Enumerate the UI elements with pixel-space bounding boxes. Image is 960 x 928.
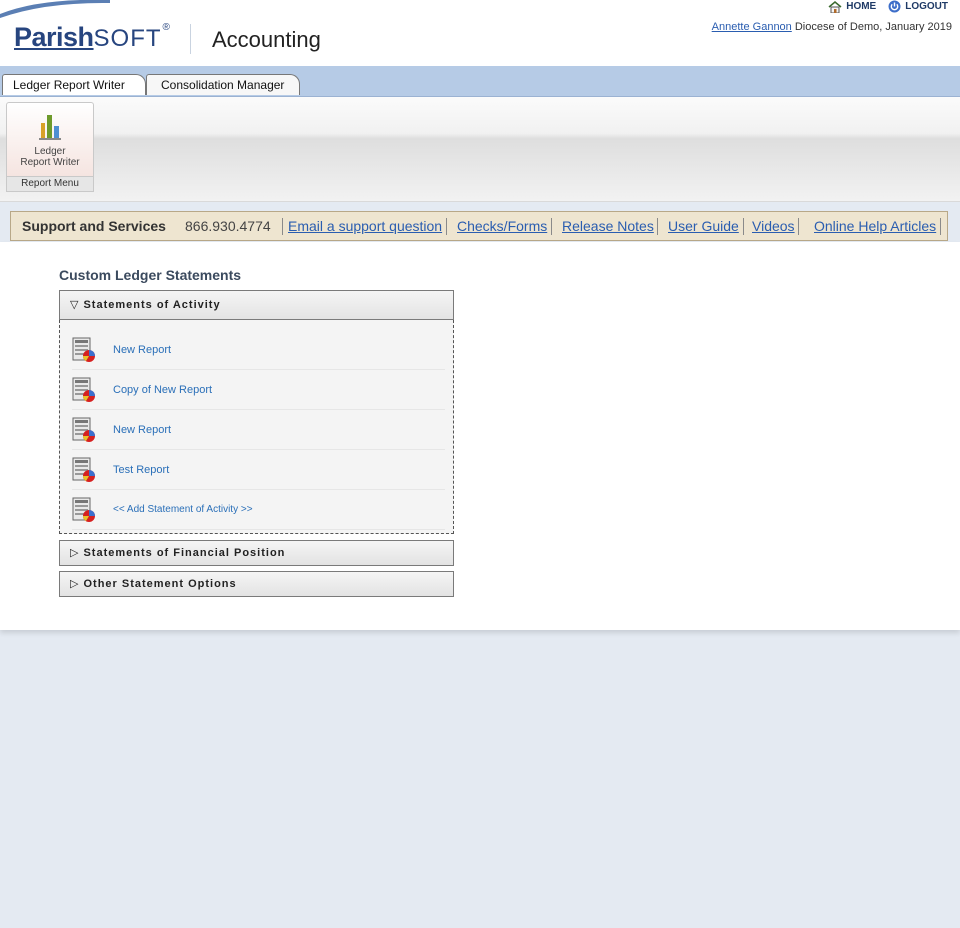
section-title: Custom Ledger Statements	[59, 267, 242, 283]
support-title: Support and Services	[22, 218, 166, 234]
support-divider	[282, 218, 283, 235]
support-divider	[551, 218, 552, 235]
logo-divider	[190, 24, 191, 54]
report-sheet-icon	[72, 457, 95, 482]
user-guide-link[interactable]: User Guide	[668, 212, 739, 240]
ribbon-toolbar: Ledger Report Writer Report Menu	[0, 97, 960, 202]
home-link[interactable]: HOME	[828, 0, 877, 13]
logo-soft-text: SOFT	[93, 25, 162, 52]
tab-consolidation-manager[interactable]: Consolidation Manager	[146, 74, 300, 95]
accordion-label: Other Statement Options	[83, 578, 237, 590]
accordion-label: Statements of Activity	[83, 299, 221, 311]
user-name-link[interactable]: Annette Gannon	[712, 21, 792, 33]
report-sheet-icon	[72, 417, 95, 442]
logout-link[interactable]: LOGOUT	[888, 0, 948, 13]
videos-link[interactable]: Videos	[752, 212, 795, 240]
logout-label: LOGOUT	[905, 1, 948, 12]
accordion-statements-of-financial-position[interactable]: ▷ Statements of Financial Position	[59, 540, 454, 566]
top-links: HOME LOGOUT	[828, 0, 948, 13]
ledger-report-writer-button[interactable]: Ledger Report Writer	[6, 102, 94, 177]
app-title: Accounting	[212, 27, 321, 52]
accordion-label: Statements of Financial Position	[83, 547, 286, 559]
checks-forms-link[interactable]: Checks/Forms	[457, 212, 547, 240]
email-support-link[interactable]: Email a support question	[288, 212, 442, 240]
support-divider	[743, 218, 744, 235]
ribbon-group-label: Report Menu	[6, 176, 94, 192]
accordion-other-statement-options[interactable]: ▷ Other Statement Options	[59, 571, 454, 597]
release-notes-link[interactable]: Release Notes	[562, 212, 654, 240]
triangle-right-icon: ▷	[70, 578, 79, 590]
add-statement-link[interactable]: << Add Statement of Activity >>	[113, 504, 253, 515]
report-sheet-icon	[72, 337, 95, 362]
report-item[interactable]: Copy of New Report	[72, 370, 445, 410]
report-sheet-icon	[72, 497, 95, 522]
tab-bar: Ledger Report Writer Consolidation Manag…	[0, 66, 960, 97]
logo-swoosh	[0, 0, 110, 18]
logo-parish-text: Parish	[14, 22, 94, 52]
report-name-link[interactable]: Test Report	[113, 464, 169, 476]
add-statement-row[interactable]: << Add Statement of Activity >>	[72, 490, 445, 530]
bar-chart-icon	[39, 115, 61, 140]
support-phone: 866.930.4774	[185, 218, 271, 234]
triangle-down-icon: ▽	[70, 299, 79, 311]
support-divider	[657, 218, 658, 235]
home-label: HOME	[846, 1, 877, 12]
accordion-statements-of-activity[interactable]: ▽ Statements of Activity	[59, 290, 454, 320]
power-icon	[888, 0, 901, 13]
report-sheet-icon	[72, 377, 95, 402]
report-name-link[interactable]: New Report	[113, 344, 171, 356]
ribbon-button-label: Ledger Report Writer	[20, 146, 80, 168]
support-divider	[940, 218, 941, 235]
report-item[interactable]: Test Report	[72, 450, 445, 490]
main-content: Custom Ledger Statements ▽ Statements of …	[0, 242, 960, 630]
logo-trademark: ®	[162, 22, 170, 33]
report-name-link[interactable]: New Report	[113, 424, 171, 436]
user-context: Diocese of Demo, January 2019	[791, 21, 952, 33]
online-help-link[interactable]: Online Help Articles	[814, 212, 936, 240]
home-icon	[828, 0, 842, 13]
support-divider	[798, 218, 799, 235]
tab-ledger-report-writer[interactable]: Ledger Report Writer	[2, 74, 146, 95]
statements-of-activity-list: New Report Copy of New Report New Report	[59, 320, 454, 534]
header: ParishSOFT® Accounting HOME LOGOUT Annet…	[0, 0, 960, 66]
report-item[interactable]: New Report	[72, 410, 445, 450]
user-info: Annette Gannon Diocese of Demo, January …	[712, 21, 952, 33]
support-bar: Support and Services 866.930.4774 Email …	[10, 211, 948, 241]
support-divider	[446, 218, 447, 235]
report-item[interactable]: New Report	[72, 330, 445, 370]
report-name-link[interactable]: Copy of New Report	[113, 384, 212, 396]
triangle-right-icon: ▷	[70, 547, 79, 559]
parishsoft-logo[interactable]: ParishSOFT®	[14, 22, 170, 53]
